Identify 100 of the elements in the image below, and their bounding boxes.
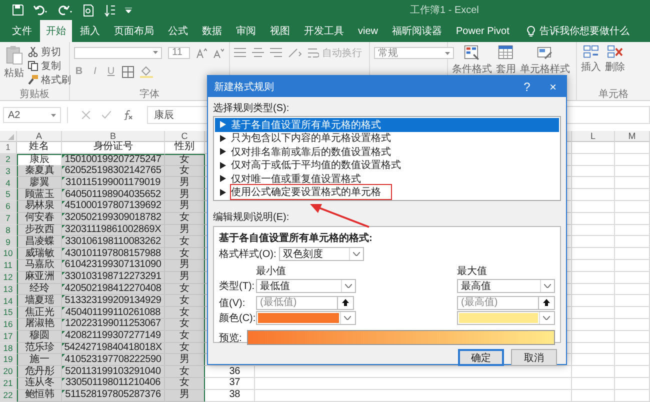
cancel-icon[interactable]	[82, 111, 90, 119]
cut-button[interactable]: 剪切	[28, 45, 71, 58]
borders-icon[interactable]	[122, 66, 134, 78]
rule-type-item[interactable]: 仅对排名靠前或靠后的数值设置格式	[215, 145, 559, 158]
ribbon-tab[interactable]: 页面布局	[108, 20, 160, 42]
rule-type-item[interactable]: 仅对高于或低于平均值的数值设置格式	[215, 158, 559, 172]
column-header[interactable]: A	[17, 131, 62, 142]
delete-button[interactable]: 删除	[605, 45, 625, 74]
ribbon-tab[interactable]: Power Pivot	[450, 20, 516, 42]
align-top-icon[interactable]	[234, 48, 246, 57]
row-header[interactable]: 13	[0, 284, 17, 296]
row-header[interactable]: 17	[0, 330, 17, 343]
ribbon-tab[interactable]: 公式	[162, 20, 194, 42]
font-size-field[interactable]: 11	[168, 46, 190, 58]
row-header[interactable]: 2	[0, 154, 17, 166]
format-painter-button[interactable]: 格式刷	[28, 73, 71, 86]
row-header[interactable]: 14	[0, 295, 17, 308]
row-header[interactable]: 16	[0, 318, 17, 331]
value-field[interactable]: (最高值)	[457, 296, 539, 310]
fill-bucket-icon[interactable]	[140, 66, 153, 78]
rule-type-item[interactable]: 仅对唯一值或重复值设置格式	[215, 172, 559, 186]
table-cell: 男	[165, 177, 205, 190]
save-icon[interactable]	[12, 4, 24, 16]
row-header[interactable]: 3	[0, 166, 17, 178]
dialog-button[interactable]: 取消	[511, 349, 557, 366]
format-style-dropdown[interactable]: 双色刻度	[279, 247, 364, 261]
table-cell: 焦正光	[17, 307, 62, 319]
row-header[interactable]: 21	[0, 378, 17, 390]
column-header[interactable]: M	[615, 131, 650, 142]
table-cell: 男	[165, 224, 205, 236]
insert-function-icon[interactable]	[123, 110, 133, 120]
row-header[interactable]: 22	[0, 390, 17, 402]
orientation-icon[interactable]	[288, 48, 302, 58]
shrink-font-icon[interactable]	[213, 48, 224, 58]
row-header[interactable]: 8	[0, 224, 17, 236]
close-button[interactable]: ×	[540, 76, 566, 97]
row-header[interactable]: 4	[0, 177, 17, 190]
ribbon-tab[interactable]: 数据	[196, 20, 228, 42]
undo-icon[interactable]	[33, 4, 49, 16]
paste-button[interactable]: 粘贴	[4, 45, 24, 80]
ribbon-tab[interactable]: 开发工具	[298, 20, 350, 42]
format-as-table-button[interactable]: 套用	[496, 45, 516, 76]
sort-icon[interactable]	[104, 4, 116, 16]
clipboard-icon	[5, 45, 23, 65]
font-name-field[interactable]	[74, 46, 162, 58]
row-header[interactable]: 1	[0, 142, 17, 154]
rule-type-item[interactable]: 只为包含以下内容的单元格设置格式	[215, 132, 559, 145]
empty-cell	[615, 177, 650, 190]
row-header[interactable]: 6	[0, 200, 17, 213]
rule-type-item[interactable]: 基于各自值设置所有单元格的格式	[215, 118, 559, 132]
customize-caret-icon[interactable]	[125, 7, 132, 13]
insert-button[interactable]: 插入	[581, 45, 601, 74]
annotation-arrow	[309, 203, 371, 229]
name-box[interactable]: A2	[3, 107, 61, 123]
row-header[interactable]: 5	[0, 189, 17, 201]
type-dropdown[interactable]: 最低值	[256, 278, 356, 292]
color-label: 颜色(C):	[219, 312, 256, 325]
collapse-button[interactable]	[539, 296, 555, 310]
empty-cell	[615, 354, 650, 366]
type-dropdown[interactable]: 最高值	[457, 278, 555, 292]
copy-button[interactable]: 复制	[28, 59, 71, 72]
table-cell: 麻亚洲	[17, 272, 62, 284]
row-header[interactable]: 9	[0, 236, 17, 248]
enter-check-icon[interactable]	[102, 111, 111, 119]
help-button[interactable]: ?	[514, 76, 540, 97]
row-header[interactable]: 15	[0, 307, 17, 319]
ribbon-tab[interactable]: 插入	[74, 20, 106, 42]
number-format-field[interactable]: 常规	[374, 47, 454, 59]
ribbon-tab[interactable]: 开始	[40, 20, 72, 42]
chevron-down-icon	[544, 284, 551, 288]
column-header[interactable]: B	[62, 131, 165, 142]
redo-icon[interactable]	[58, 4, 74, 16]
print-preview-icon[interactable]	[83, 4, 95, 16]
select-all-icon[interactable]	[8, 134, 14, 140]
grow-font-icon[interactable]	[196, 48, 207, 58]
color-dropdown[interactable]	[457, 311, 555, 325]
row-header[interactable]: 18	[0, 342, 17, 354]
value-field[interactable]: (最低值)	[256, 296, 338, 310]
row-header[interactable]: 12	[0, 272, 17, 284]
ribbon-tab[interactable]: 福昕阅读器	[386, 20, 448, 42]
row-header[interactable]: 7	[0, 212, 17, 225]
tell-me-search[interactable]: 告诉我你想要做什么	[539, 24, 630, 38]
ribbon-tab[interactable]: 审阅	[230, 20, 262, 42]
caret-icon	[51, 114, 56, 116]
row-header[interactable]: 19	[0, 354, 17, 366]
row-header[interactable]: 11	[0, 260, 17, 272]
align-bottom-icon[interactable]	[270, 48, 282, 57]
collapse-button[interactable]	[338, 296, 354, 310]
ribbon-tab[interactable]: 文件	[6, 20, 38, 42]
row-header[interactable]: 10	[0, 248, 17, 260]
table-cell: 320502199309018782	[62, 212, 165, 225]
ribbon-tab[interactable]: 视图	[264, 20, 296, 42]
row-header[interactable]: 20	[0, 366, 17, 378]
align-middle-icon[interactable]	[252, 48, 264, 57]
dialog-button[interactable]: 确定	[458, 349, 504, 366]
rule-type-item[interactable]: 使用公式确定要设置格式的单元格	[215, 186, 559, 199]
ribbon-tab[interactable]: view	[352, 20, 384, 42]
column-header[interactable]: C	[165, 131, 205, 142]
color-dropdown[interactable]	[256, 311, 356, 325]
column-header[interactable]: L	[572, 131, 615, 142]
